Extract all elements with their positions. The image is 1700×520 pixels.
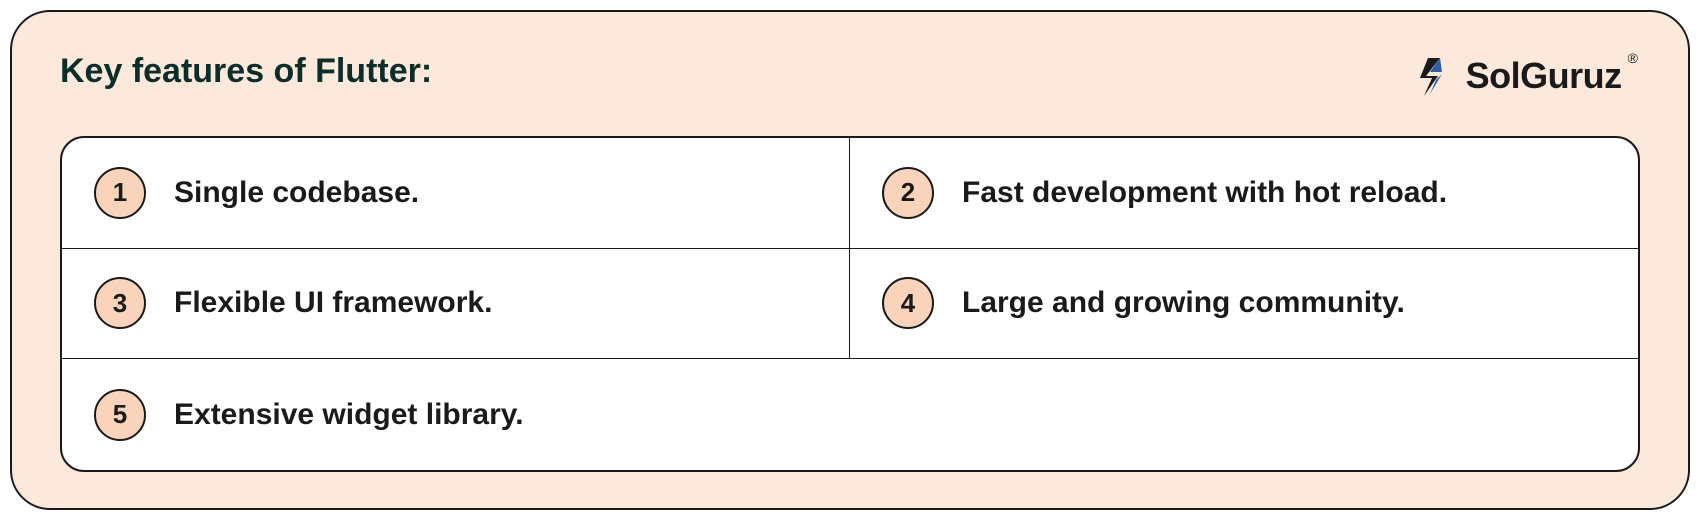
brand-logo-text: SolGuruz: [1466, 55, 1622, 97]
feature-item: 3 Flexible UI framework.: [62, 249, 850, 360]
feature-text: Fast development with hot reload.: [962, 176, 1447, 210]
feature-item: 2 Fast development with hot reload.: [850, 138, 1638, 249]
page-title: Key features of Flutter:: [60, 52, 432, 91]
brand-logo-icon: [1410, 52, 1458, 100]
feature-item: 5 Extensive widget library.: [62, 359, 1638, 470]
feature-text: Large and growing community.: [962, 286, 1405, 320]
feature-item: 1 Single codebase.: [62, 138, 850, 249]
feature-number-badge: 2: [882, 167, 934, 219]
feature-card: Key features of Flutter: SolGuruz ® 1 Si…: [10, 10, 1690, 510]
feature-text: Extensive widget library.: [174, 398, 524, 432]
feature-text: Flexible UI framework.: [174, 286, 492, 320]
feature-number-badge: 3: [94, 277, 146, 329]
feature-text: Single codebase.: [174, 176, 419, 210]
feature-number-badge: 5: [94, 389, 146, 441]
registered-mark: ®: [1628, 50, 1638, 66]
card-header: Key features of Flutter: SolGuruz ®: [60, 52, 1640, 100]
features-grid: 1 Single codebase. 2 Fast development wi…: [60, 136, 1640, 472]
feature-number-badge: 4: [882, 277, 934, 329]
feature-number-badge: 1: [94, 167, 146, 219]
brand-logo: SolGuruz ®: [1410, 52, 1640, 100]
feature-item: 4 Large and growing community.: [850, 249, 1638, 360]
